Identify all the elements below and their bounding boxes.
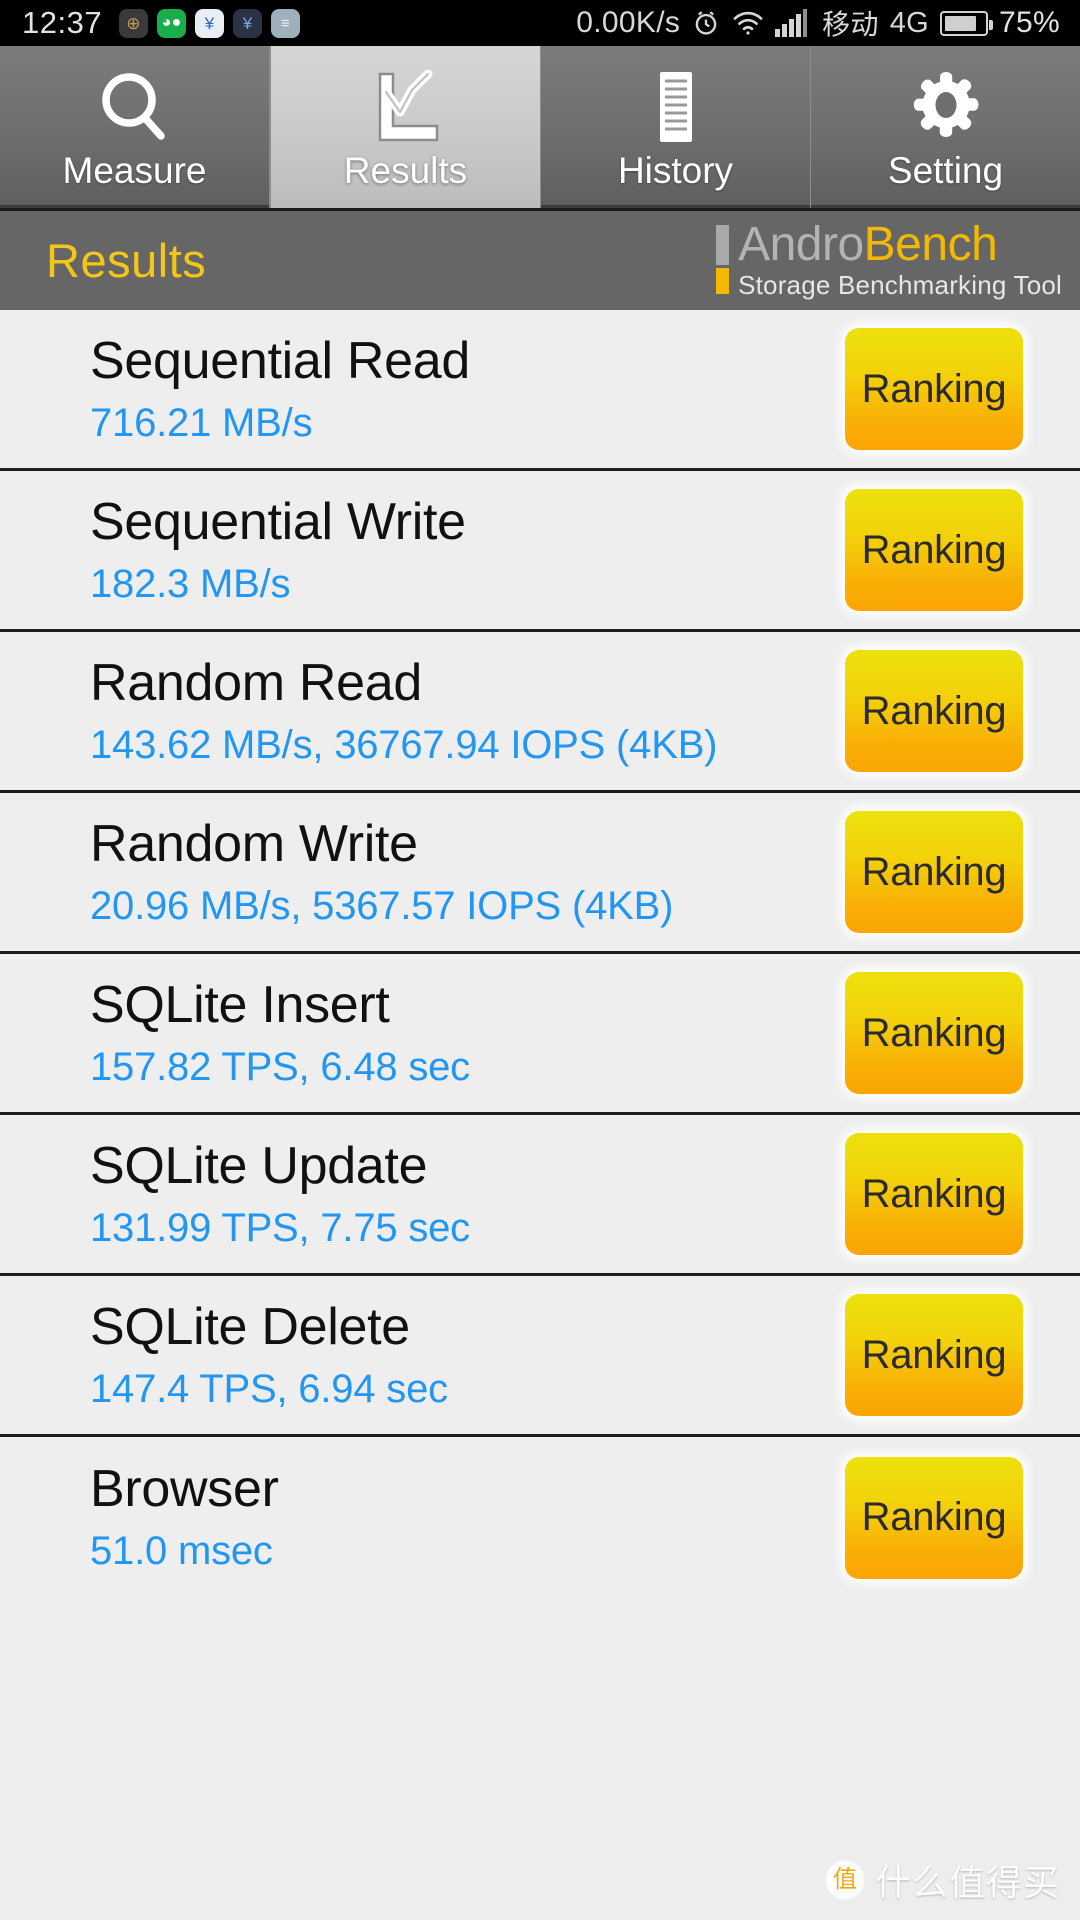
benchmark-name: Random Read: [90, 653, 423, 712]
benchmark-value: 157.82 TPS, 6.48 sec: [90, 1044, 470, 1089]
benchmark-name: Sequential Write: [90, 492, 466, 551]
logo-bench-text: Bench: [863, 218, 998, 271]
alipay-security-icon: ¥: [195, 8, 225, 38]
logo-wordmark: AndroBench: [738, 220, 1062, 269]
document-lines-icon: [632, 68, 720, 146]
status-time: 12:37: [22, 5, 103, 40]
wifi-icon: [732, 10, 764, 36]
page-title: Results: [46, 234, 207, 287]
row-text-block: SQLite Insert 157.82 TPS, 6.48 sec: [0, 975, 845, 1092]
benchmark-name: SQLite Delete: [90, 1297, 410, 1356]
battery-percent-label: 75%: [999, 6, 1060, 39]
status-bar: 12:37 ⊕ ◕● ¥ ¥ ≡ 0.00K/s 移动 4G 75%: [0, 0, 1080, 46]
watermark-badge-icon: 值: [825, 1861, 864, 1899]
tab-results-label: Results: [343, 150, 468, 191]
site-watermark: 值 什么值得买: [825, 1854, 1060, 1906]
row-text-block: Browser 51.0 msec: [0, 1459, 845, 1576]
tab-results[interactable]: Results: [270, 46, 541, 208]
ranking-button[interactable]: Ranking: [845, 1456, 1023, 1579]
tab-history-label: History: [617, 150, 734, 191]
table-row[interactable]: SQLite Update 131.99 TPS, 7.75 sec Ranki…: [0, 1115, 1080, 1276]
benchmark-value: 51.0 msec: [90, 1529, 273, 1573]
benchmark-name: Sequential Read: [90, 331, 471, 390]
results-list: Sequential Read 716.21 MB/s Ranking Sequ…: [0, 310, 1080, 1598]
ranking-button[interactable]: Ranking: [845, 1294, 1023, 1416]
row-text-block: Random Read 143.62 MB/s, 36767.94 IOPS (…: [0, 653, 845, 770]
status-right-cluster: 0.00K/s 移动 4G 75%: [576, 3, 1060, 43]
tab-history[interactable]: History: [541, 46, 811, 208]
row-text-block: Sequential Read 716.21 MB/s: [0, 331, 845, 448]
row-text-block: SQLite Delete 147.4 TPS, 6.94 sec: [0, 1297, 845, 1414]
watermark-text: 什么值得买: [874, 1862, 1060, 1903]
tab-setting-label: Setting: [887, 150, 1004, 191]
tab-setting[interactable]: Setting: [811, 46, 1080, 208]
benchmark-value: 20.96 MB/s, 5367.57 IOPS (4KB): [90, 883, 674, 928]
gear-icon: [902, 68, 990, 146]
row-text-block: Sequential Write 182.3 MB/s: [0, 492, 845, 609]
androbench-logo: AndroBench Storage Benchmarking Tool: [716, 220, 1062, 301]
table-row[interactable]: Random Write 20.96 MB/s, 5367.57 IOPS (4…: [0, 793, 1080, 954]
row-text-block: Random Write 20.96 MB/s, 5367.57 IOPS (4…: [0, 814, 845, 931]
line-chart-icon: [362, 68, 450, 146]
ranking-button[interactable]: Ranking: [845, 489, 1023, 611]
ranking-button[interactable]: Ranking: [845, 650, 1023, 772]
battery-icon: [940, 10, 994, 36]
tab-measure[interactable]: Measure: [0, 46, 270, 208]
table-row[interactable]: SQLite Delete 147.4 TPS, 6.94 sec Rankin…: [0, 1276, 1080, 1437]
table-row[interactable]: Browser 51.0 msec Ranking: [0, 1437, 1080, 1598]
ranking-button[interactable]: Ranking: [845, 811, 1023, 933]
benchmark-name: SQLite Insert: [90, 975, 390, 1034]
benchmark-name: Random Write: [90, 814, 418, 873]
carrier-label: 移动: [822, 9, 879, 40]
benchmark-value: 143.62 MB/s, 36767.94 IOPS (4KB): [90, 722, 718, 767]
table-row[interactable]: Random Read 143.62 MB/s, 36767.94 IOPS (…: [0, 632, 1080, 793]
network-type-label: 4G: [889, 6, 930, 39]
logo-tagline: Storage Benchmarking Tool: [738, 270, 1062, 300]
ranking-button[interactable]: Ranking: [845, 328, 1023, 450]
logo-andro-text: Andro: [738, 218, 864, 271]
logo-bars-icon: [716, 220, 730, 294]
benchmark-value: 182.3 MB/s: [90, 561, 291, 606]
battery-fill: [944, 15, 976, 31]
table-row[interactable]: Sequential Write 182.3 MB/s Ranking: [0, 471, 1080, 632]
benchmark-value: 716.21 MB/s: [90, 400, 313, 445]
alipay-security-dark-icon: ¥: [233, 8, 263, 38]
benchmark-name: Browser: [90, 1460, 279, 1518]
row-text-block: SQLite Update 131.99 TPS, 7.75 sec: [0, 1136, 845, 1253]
page-header: Results AndroBench Storage Benchmarking …: [0, 208, 1080, 310]
wechat-icon: ◕●: [157, 8, 187, 38]
magnifier-icon: [91, 68, 179, 146]
ranking-button[interactable]: Ranking: [845, 972, 1023, 1094]
security-shield-icon: ⊕: [119, 8, 149, 38]
list-lines-icon: ≡: [271, 8, 301, 38]
table-row[interactable]: SQLite Insert 157.82 TPS, 6.48 sec Ranki…: [0, 954, 1080, 1115]
tab-measure-label: Measure: [62, 150, 207, 191]
benchmark-value: 131.99 TPS, 7.75 sec: [90, 1205, 470, 1250]
status-app-icons: ⊕ ◕● ¥ ¥ ≡: [119, 8, 301, 38]
network-speed-label: 0.00K/s: [576, 6, 681, 39]
main-tab-bar: Measure Results History Setting: [0, 46, 1080, 208]
benchmark-value: 147.4 TPS, 6.94 sec: [90, 1366, 448, 1411]
signal-bars-icon: [775, 9, 811, 37]
ranking-button[interactable]: Ranking: [845, 1133, 1023, 1255]
benchmark-name: SQLite Update: [90, 1136, 428, 1195]
table-row[interactable]: Sequential Read 716.21 MB/s Ranking: [0, 310, 1080, 471]
alarm-icon: [691, 8, 721, 38]
